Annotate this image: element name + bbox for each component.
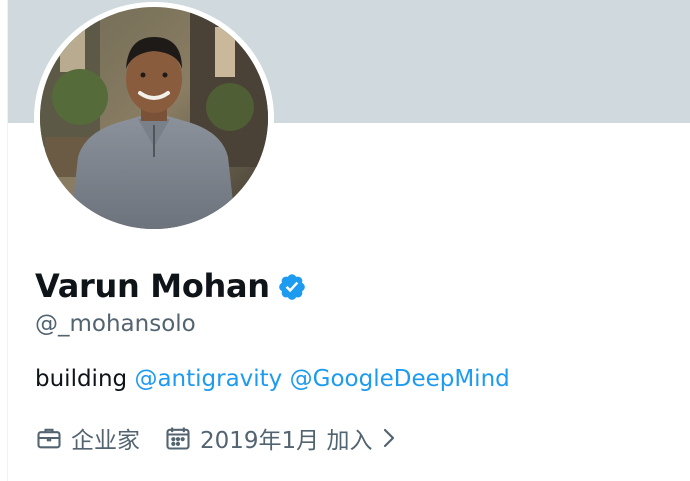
- bio-mention-antigravity[interactable]: @antigravity: [134, 366, 282, 392]
- avatar[interactable]: [40, 7, 268, 229]
- avatar-photo: [40, 7, 268, 229]
- left-border: [0, 0, 8, 481]
- profile-name-row: Varun Mohan: [35, 264, 307, 308]
- bio-mention-googledeepmind[interactable]: @GoogleDeepMind: [290, 366, 510, 392]
- profession-item: 企业家: [35, 421, 140, 455]
- profile-handle: @_mohansolo: [35, 311, 196, 337]
- verified-badge-icon[interactable]: [277, 272, 307, 302]
- chevron-right-icon: [380, 427, 398, 449]
- profile-bio: building @antigravity @GoogleDeepMind: [35, 366, 510, 392]
- profile-meta: 企业家 2019年1月 加入: [35, 421, 398, 455]
- joined-label: 2019年1月 加入: [200, 428, 373, 454]
- profession-label: 企业家: [71, 428, 140, 454]
- bio-text: building: [35, 366, 128, 392]
- calendar-icon: [164, 424, 192, 452]
- briefcase-icon: [35, 424, 63, 452]
- profile-name: Varun Mohan: [35, 267, 270, 305]
- joined-item[interactable]: 2019年1月 加入: [164, 421, 398, 455]
